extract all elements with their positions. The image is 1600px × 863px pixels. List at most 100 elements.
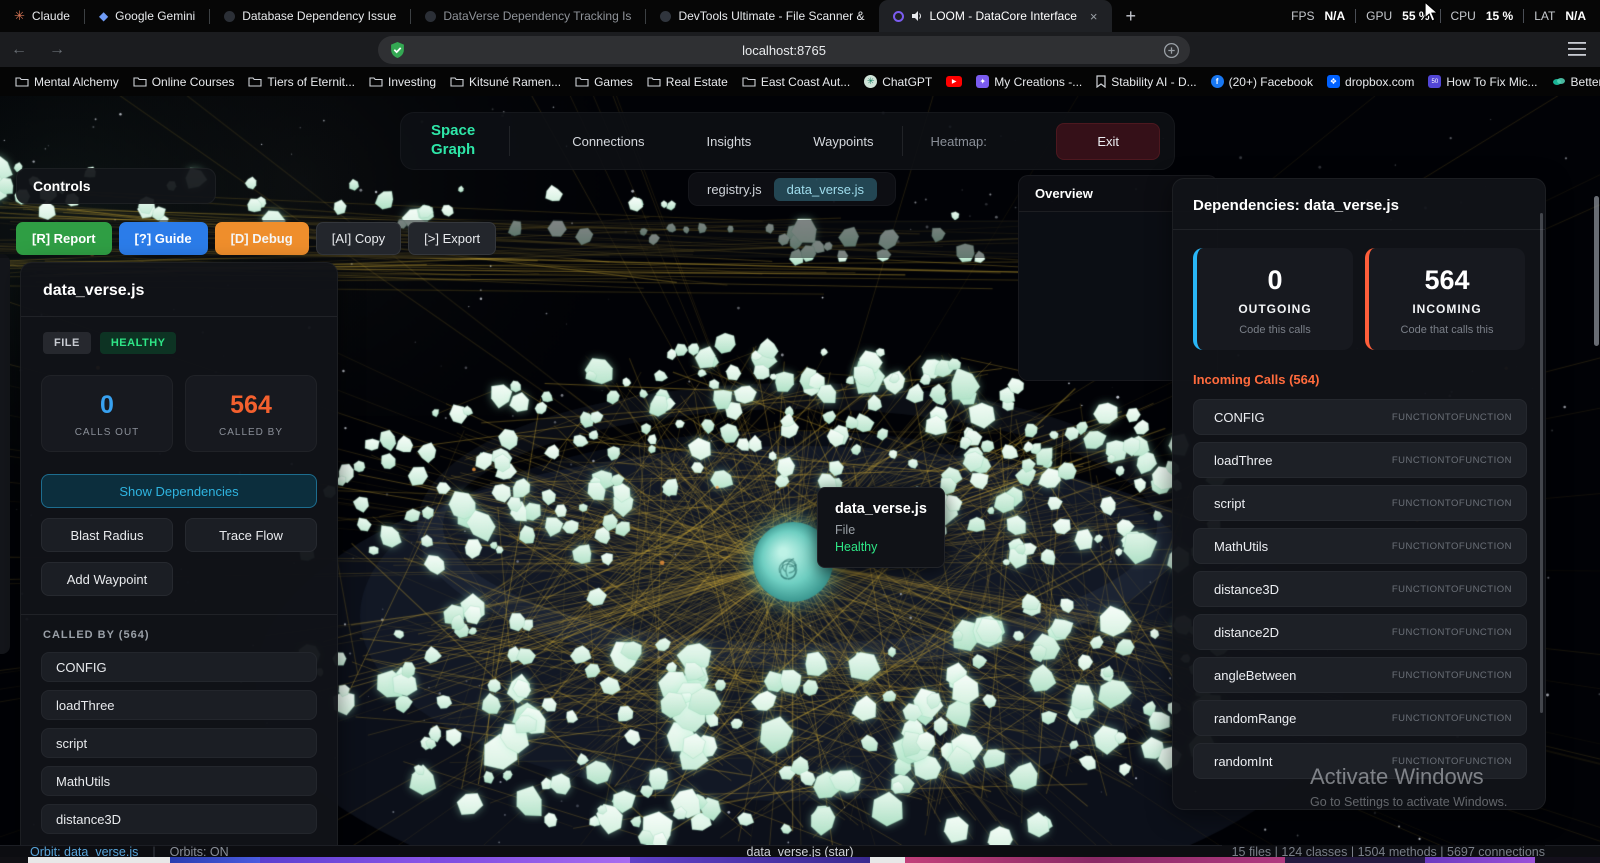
- bookmark-betterhelp[interactable]: BetterHelp - G...: [1545, 75, 1600, 89]
- url-text[interactable]: localhost:8765: [378, 43, 1190, 58]
- nav-item-insights[interactable]: Insights: [706, 134, 751, 149]
- incoming-call-item[interactable]: loadThree FUNCTIONTOFUNCTION: [1193, 442, 1527, 478]
- address-bar[interactable]: localhost:8765: [378, 36, 1190, 64]
- outgoing-label: OUTGOING: [1238, 302, 1312, 316]
- youtube-icon: ▶: [946, 76, 963, 87]
- blast-radius-button[interactable]: Blast Radius: [41, 518, 173, 552]
- call-type-tag: FUNCTIONTOFUNCTION: [1391, 411, 1512, 423]
- export-button[interactable]: [>] Export: [408, 222, 497, 255]
- report-button[interactable]: [R] Report: [16, 222, 112, 255]
- incoming-call-item[interactable]: distance2D FUNCTIONTOFUNCTION: [1193, 614, 1527, 650]
- bookmark-real-estate[interactable]: Real Estate: [640, 75, 735, 89]
- file-panel-title: data_verse.js: [21, 263, 337, 317]
- action-buttons-row: [R] Report [?] Guide [D] Debug [AI] Copy…: [16, 222, 497, 255]
- tab-google-gemini[interactable]: ◆ Google Gemini: [85, 0, 209, 32]
- menu-hamburger-icon[interactable]: [1568, 42, 1586, 56]
- bookmark-outline-icon: [1096, 75, 1106, 88]
- add-waypoint-button[interactable]: Add Waypoint: [41, 562, 173, 596]
- fps-value: N/A: [1324, 9, 1346, 23]
- forward-icon[interactable]: →: [38, 41, 76, 59]
- ai-copy-button[interactable]: [AI] Copy: [315, 222, 402, 255]
- folder-icon: [647, 76, 661, 87]
- collections-bubble-icon[interactable]: [1163, 42, 1180, 59]
- incoming-call-item[interactable]: angleBetween FUNCTIONTOFUNCTION: [1193, 657, 1527, 693]
- bookmark-youtube[interactable]: ▶: [939, 76, 969, 87]
- breadcrumb-registry[interactable]: registry.js: [707, 182, 762, 197]
- lat-label: LAT: [1534, 9, 1556, 23]
- incoming-call-item[interactable]: script FUNCTIONTOFUNCTION: [1193, 485, 1527, 521]
- debug-button[interactable]: [D] Debug: [214, 222, 309, 255]
- tab-devtools-ultimate[interactable]: DevTools Ultimate - File Scanner &: [646, 0, 878, 32]
- call-name: distance3D: [1214, 581, 1280, 597]
- breadcrumb-data-verse-active[interactable]: data_verse.js: [773, 177, 877, 201]
- incoming-call-item[interactable]: randomRange FUNCTIONTOFUNCTION: [1193, 700, 1527, 736]
- bookmark-facebook[interactable]: f (20+) Facebook: [1204, 75, 1320, 89]
- reload-icon[interactable]: [76, 41, 98, 58]
- dependencies-panel: Dependencies: data_verse.js 0 OUTGOING C…: [1172, 178, 1546, 810]
- bookmark-my-creations[interactable]: ✦ My Creations -...: [969, 75, 1089, 89]
- bookmark-online-courses[interactable]: Online Courses: [126, 75, 242, 89]
- bookmark-chatgpt[interactable]: ✳ ChatGPT: [857, 75, 939, 89]
- tab-title: LOOM - DataCore Interface: [929, 9, 1077, 23]
- close-tab-icon[interactable]: ×: [1090, 9, 1098, 24]
- page-scrollbar[interactable]: [1594, 196, 1599, 346]
- dropbox-icon: ❖: [1327, 75, 1341, 88]
- tab-title: DevTools Ultimate - File Scanner &: [678, 9, 865, 23]
- bookmark-investing[interactable]: Investing: [362, 75, 443, 89]
- call-name: loadThree: [1214, 452, 1273, 468]
- bookmark-tiers-of-eternity[interactable]: Tiers of Eternit...: [241, 75, 362, 89]
- tab-claude[interactable]: ✳ Claude: [0, 0, 84, 32]
- screen: ✳ Claude ◆ Google Gemini Database Depend…: [0, 0, 1600, 863]
- incoming-call-item[interactable]: MathUtils FUNCTIONTOFUNCTION: [1193, 528, 1527, 564]
- security-shield-icon[interactable]: [390, 42, 405, 58]
- guide-button[interactable]: [?] Guide: [118, 222, 208, 255]
- call-type-tag: FUNCTIONTOFUNCTION: [1391, 583, 1512, 595]
- bookmark-kitsune-ramen[interactable]: Kitsuné Ramen...: [443, 75, 568, 89]
- new-tab-button[interactable]: +: [1112, 6, 1151, 27]
- bookmark-mental-alchemy[interactable]: Mental Alchemy: [8, 75, 126, 89]
- nav-item-waypoints[interactable]: Waypoints: [813, 134, 873, 149]
- back-icon[interactable]: ←: [0, 41, 38, 59]
- show-dependencies-button[interactable]: Show Dependencies: [41, 474, 317, 508]
- audio-speaker-icon: [911, 11, 921, 21]
- file-details-panel: data_verse.js FILE HEALTHY 0 CALLS OUT 5…: [20, 262, 338, 863]
- bookmark-dropbox[interactable]: ❖ dropbox.com: [1320, 75, 1421, 89]
- call-type-tag: FUNCTIONTOFUNCTION: [1391, 669, 1512, 681]
- divider: [21, 614, 337, 615]
- exit-button[interactable]: Exit: [1056, 122, 1160, 160]
- panel-scrollbar[interactable]: [1540, 213, 1543, 713]
- trace-flow-button[interactable]: Trace Flow: [185, 518, 317, 552]
- called-by-list-item[interactable]: loadThree: [41, 690, 317, 720]
- called-by-list-item[interactable]: distance3D: [41, 804, 317, 834]
- dependency-stat-cards: 0 OUTGOING Code this calls 564 INCOMING …: [1193, 248, 1525, 350]
- bookmark-stability-ai[interactable]: Stability AI - D...: [1089, 75, 1203, 89]
- health-status-badge: HEALTHY: [99, 332, 177, 354]
- waypoint-row: Add Waypoint: [41, 562, 317, 596]
- call-name: MathUtils: [1214, 538, 1269, 554]
- support-article-icon: 50: [1428, 75, 1442, 88]
- called-by-list: CONFIG loadThree script MathUtils distance3D: [41, 652, 317, 834]
- incoming-call-item[interactable]: randomInt FUNCTIONTOFUNCTION: [1193, 743, 1527, 779]
- dependencies-panel-title: Dependencies: data_verse.js: [1173, 179, 1545, 230]
- performance-stats: FPS N/A GPU 55 % CPU 15 % LAT N/A: [1291, 9, 1600, 23]
- nav-item-connections[interactable]: Connections: [572, 134, 644, 149]
- gpu-label: GPU: [1366, 9, 1393, 23]
- incoming-call-item[interactable]: CONFIG FUNCTIONTOFUNCTION: [1193, 399, 1527, 435]
- called-by-list-item[interactable]: MathUtils: [41, 766, 317, 796]
- bookmark-how-to-fix-mic[interactable]: 50 How To Fix Mic...: [1421, 75, 1544, 89]
- node-tooltip: data_verse.js File Healthy: [817, 487, 945, 568]
- tab-loom-datacore-active[interactable]: LOOM - DataCore Interface ×: [878, 0, 1112, 32]
- called-by-list-item[interactable]: script: [41, 728, 317, 758]
- tooltip-title: data_verse.js: [835, 501, 927, 517]
- status-bar: data_verse.js (star) Orbit: data_verse.j…: [0, 844, 1600, 859]
- cpu-value: 15 %: [1485, 9, 1514, 23]
- bookmark-games[interactable]: Games: [568, 75, 640, 89]
- called-by-list-item[interactable]: CONFIG: [41, 652, 317, 682]
- tab-dataverse-dependency-tracking[interactable]: DataVerse Dependency Tracking Is: [411, 0, 645, 32]
- incoming-caption: Code that calls this: [1400, 324, 1494, 336]
- file-stats: 0 CALLS OUT 564 CALLED BY: [41, 375, 317, 452]
- bookmark-east-coast-auto[interactable]: East Coast Aut...: [735, 75, 857, 89]
- call-type-tag: FUNCTIONTOFUNCTION: [1391, 540, 1512, 552]
- incoming-call-item[interactable]: distance3D FUNCTIONTOFUNCTION: [1193, 571, 1527, 607]
- tab-database-dependency-issue[interactable]: Database Dependency Issue: [210, 0, 410, 32]
